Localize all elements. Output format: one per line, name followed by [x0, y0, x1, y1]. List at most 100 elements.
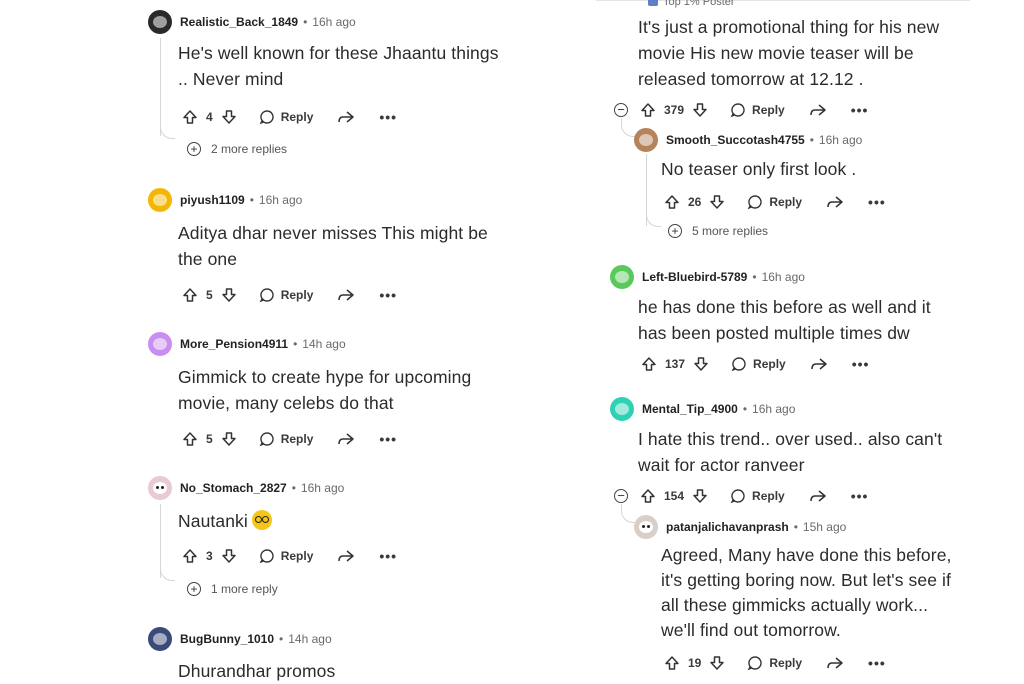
vote-count: 19: [688, 656, 702, 670]
downvote-icon[interactable]: [221, 431, 237, 447]
more-options-icon[interactable]: •••: [379, 288, 397, 302]
username[interactable]: piyush1109: [180, 193, 245, 207]
vote-count: 137: [665, 357, 686, 371]
upvote-icon[interactable]: [640, 102, 656, 118]
comment: BugBunny_1010 • 14h ago: [148, 627, 332, 651]
share-icon[interactable]: [810, 356, 828, 372]
username[interactable]: Left-Bluebird-5789: [642, 270, 747, 284]
downvote-icon[interactable]: [692, 102, 708, 118]
upvote-icon[interactable]: [182, 287, 198, 303]
more-options-icon[interactable]: •••: [868, 195, 886, 209]
reply-button[interactable]: Reply: [730, 488, 785, 504]
more-replies-link[interactable]: +5 more replies: [668, 224, 768, 238]
collapse-icon[interactable]: −: [614, 103, 628, 117]
upvote-icon[interactable]: [182, 109, 198, 125]
comment-bubble-icon: [259, 549, 274, 564]
username[interactable]: Smooth_Succotash4755: [666, 133, 805, 147]
more-options-icon[interactable]: •••: [852, 357, 870, 371]
username[interactable]: Mental_Tip_4900: [642, 402, 738, 416]
comment-body: Agreed, Many have done this before, it's …: [661, 545, 952, 640]
username[interactable]: BugBunny_1010: [180, 632, 274, 646]
comment-body: It's just a promotional thing for his ne…: [638, 17, 940, 89]
expand-icon[interactable]: +: [668, 224, 682, 238]
comment-bubble-icon: [730, 103, 745, 118]
upvote-icon[interactable]: [641, 356, 657, 372]
avatar[interactable]: [148, 10, 172, 34]
expand-icon[interactable]: +: [187, 142, 201, 156]
comment: Realistic_Back_1849 • 16h ago: [148, 10, 356, 34]
more-replies-link[interactable]: +1 more reply: [187, 582, 278, 596]
comment: Mental_Tip_4900 • 16h ago: [610, 397, 795, 421]
reply-button[interactable]: Reply: [731, 356, 786, 372]
avatar[interactable]: [634, 515, 658, 539]
avatar[interactable]: [148, 332, 172, 356]
upvote-icon[interactable]: [664, 194, 680, 210]
more-options-icon[interactable]: •••: [379, 549, 397, 563]
timestamp: 16h ago: [761, 270, 805, 284]
upvote-icon[interactable]: [664, 655, 680, 671]
username[interactable]: Realistic_Back_1849: [180, 15, 298, 29]
avatar[interactable]: [148, 476, 172, 500]
more-options-icon[interactable]: •••: [851, 489, 869, 503]
timestamp: 14h ago: [288, 632, 332, 646]
share-icon[interactable]: [337, 431, 355, 447]
comment-reply: Smooth_Succotash4755 • 16h ago: [634, 128, 862, 152]
comment-bubble-icon: [747, 195, 763, 210]
downvote-icon[interactable]: [221, 548, 237, 564]
vote-count: 5: [206, 432, 213, 446]
avatar[interactable]: [610, 397, 634, 421]
downvote-icon[interactable]: [709, 194, 725, 210]
reply-button[interactable]: Reply: [259, 548, 313, 564]
comment-bubble-icon: [259, 432, 274, 447]
thread-line[interactable]: [160, 38, 161, 136]
downvote-icon[interactable]: [221, 287, 237, 303]
upvote-icon[interactable]: [182, 431, 198, 447]
reply-button[interactable]: Reply: [730, 102, 785, 118]
upvote-icon[interactable]: [182, 548, 198, 564]
share-icon[interactable]: [337, 287, 355, 303]
share-icon[interactable]: [809, 488, 827, 504]
avatar[interactable]: [634, 128, 658, 152]
share-icon[interactable]: [826, 655, 844, 671]
comment-actions: 26 Reply •••: [664, 191, 886, 213]
separator-dot: •: [303, 15, 308, 29]
vote-count: 5: [206, 288, 213, 302]
more-options-icon[interactable]: •••: [868, 656, 886, 670]
downvote-icon[interactable]: [709, 655, 725, 671]
comment-body: No teaser only first look .: [661, 159, 857, 179]
share-icon[interactable]: [337, 548, 355, 564]
thread-line[interactable]: [160, 504, 161, 578]
share-icon[interactable]: [337, 109, 355, 125]
comment-body: Gimmick to create hype for upcoming movie…: [178, 367, 472, 413]
upvote-icon[interactable]: [640, 488, 656, 504]
comment-actions: 137 Reply •••: [641, 353, 869, 375]
share-icon[interactable]: [826, 194, 844, 210]
reply-button[interactable]: Reply: [259, 431, 313, 447]
reply-button[interactable]: Reply: [259, 109, 313, 125]
downvote-icon[interactable]: [692, 488, 708, 504]
comment-reply: patanjalichavanprash • 15h ago: [634, 515, 846, 539]
avatar[interactable]: [148, 188, 172, 212]
more-options-icon[interactable]: •••: [379, 432, 397, 446]
downvote-icon[interactable]: [693, 356, 709, 372]
username[interactable]: No_Stomach_2827: [180, 481, 287, 495]
share-icon[interactable]: [809, 102, 827, 118]
vote-count: 4: [206, 110, 213, 124]
avatar[interactable]: [148, 627, 172, 651]
more-options-icon[interactable]: •••: [851, 103, 869, 117]
collapse-icon[interactable]: −: [614, 489, 628, 503]
more-replies-link[interactable]: +2 more replies: [187, 142, 287, 156]
username[interactable]: More_Pension4911: [180, 337, 288, 351]
downvote-icon[interactable]: [221, 109, 237, 125]
avatar[interactable]: [610, 265, 634, 289]
expand-icon[interactable]: +: [187, 582, 201, 596]
reply-button[interactable]: Reply: [747, 194, 802, 210]
reply-button[interactable]: Reply: [747, 655, 802, 671]
username[interactable]: patanjalichavanprash: [666, 520, 789, 534]
comment-actions: 5 Reply •••: [182, 428, 397, 450]
timestamp: 16h ago: [752, 402, 796, 416]
more-options-icon[interactable]: •••: [379, 110, 397, 124]
comment-actions: 3 Reply •••: [182, 545, 397, 567]
comment-actions: 19 Reply •••: [664, 652, 886, 674]
reply-button[interactable]: Reply: [259, 287, 313, 303]
